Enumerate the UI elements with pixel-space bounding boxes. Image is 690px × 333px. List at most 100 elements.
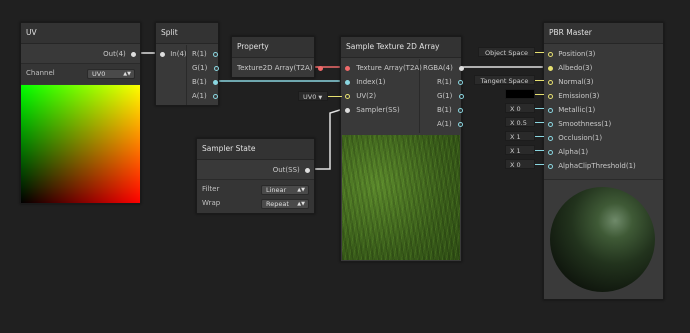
alphaclip-field[interactable]: X 0 — [505, 159, 535, 169]
dropdown-arrow-icon: ▲▼ — [297, 201, 305, 207]
sample-out-r-label: R(1) — [437, 78, 452, 86]
sample-out-r[interactable]: R(1) — [437, 75, 464, 89]
port-dot-icon[interactable] — [345, 65, 350, 71]
sphere-preview — [550, 187, 655, 292]
pbr-in-smoothness-label: Smoothness(1) — [558, 120, 612, 128]
pbr-in-alpha-label: Alpha(1) — [558, 148, 589, 156]
pbr-in-normal[interactable]: Normal(3) — [548, 75, 593, 89]
pbr-in-emission-label: Emission(3) — [558, 92, 600, 100]
sample-out-g[interactable]: G(1) — [437, 89, 464, 103]
wrap-dropdown[interactable]: Repeat ▲▼ — [261, 199, 309, 209]
port-dot-icon[interactable] — [548, 149, 553, 155]
port-dot-icon[interactable] — [548, 107, 553, 113]
split-out-b[interactable]: B(1) — [192, 75, 218, 89]
port-dot-icon[interactable] — [458, 79, 464, 85]
alpha-field[interactable]: X 1 — [505, 145, 535, 155]
smoothness-value: 0.5 — [516, 119, 527, 127]
channel-dropdown[interactable]: UV0 ▲▼ — [87, 69, 135, 79]
port-dot-icon[interactable] — [213, 51, 219, 57]
wire-sampler-to-sample — [313, 108, 344, 170]
property-out-label: Texture2D Array(T2A) — [237, 64, 313, 72]
split-out-r[interactable]: R(1) — [192, 47, 219, 61]
uv-settings: Channel UV0 ▲▼ — [21, 63, 140, 84]
sample-in-index[interactable]: Index(1) — [345, 75, 385, 89]
uv-field-connector — [328, 96, 342, 97]
occlusion-field[interactable]: X 1 — [505, 131, 535, 141]
port-dot-icon[interactable] — [459, 65, 465, 71]
split-node[interactable]: Split In(4) R(1) G(1) B(1) A(1) — [155, 22, 219, 106]
sampler-state-node[interactable]: Sampler State Out(SS) Filter Linear ▲▼ W… — [196, 138, 315, 214]
split-out-a-label: A(1) — [192, 92, 207, 100]
port-dot-icon[interactable] — [457, 107, 463, 113]
pbr-in-albedo[interactable]: Albedo(3) — [548, 61, 592, 75]
port-dot-icon[interactable] — [458, 93, 464, 99]
sample-node-title: Sample Texture 2D Array — [341, 37, 461, 58]
filter-dropdown[interactable]: Linear ▲▼ — [261, 185, 309, 195]
split-in-label: In(4) — [170, 50, 187, 58]
filter-value: Linear — [266, 186, 287, 194]
port-dot-icon[interactable] — [548, 65, 553, 71]
pbr-in-alphaclip[interactable]: AlphaClipThreshold(1) — [548, 159, 636, 173]
pbr-in-metallic[interactable]: Metallic(1) — [548, 103, 595, 117]
uv-out-port[interactable]: Out(4) — [103, 47, 136, 61]
sample-in-texture[interactable]: Texture Array(T2A) — [345, 61, 422, 75]
dropdown-arrow-icon: ▼ — [318, 95, 323, 101]
port-dot-icon[interactable] — [548, 79, 553, 85]
port-dot-icon[interactable] — [131, 51, 136, 57]
port-dot-icon[interactable] — [345, 107, 350, 113]
smoothness-field[interactable]: X 0.5 — [505, 117, 535, 127]
port-dot-icon[interactable] — [548, 51, 553, 57]
split-in-port[interactable]: In(4) — [160, 47, 187, 61]
port-dot-icon[interactable] — [345, 79, 350, 85]
pbr-in-alpha[interactable]: Alpha(1) — [548, 145, 588, 159]
dropdown-arrow-icon: ▲▼ — [123, 71, 131, 77]
sampler-out-port[interactable]: Out(SS) — [273, 163, 310, 177]
port-dot-icon[interactable] — [548, 121, 553, 127]
wrap-label: Wrap — [202, 199, 221, 207]
port-dot-icon[interactable] — [160, 51, 165, 57]
uv-node[interactable]: UV Out(4) Channel UV0 ▲▼ — [20, 22, 141, 204]
port-dot-icon[interactable] — [457, 121, 463, 127]
sample-uv-value: UV0 — [303, 93, 317, 101]
port-dot-icon[interactable] — [317, 65, 323, 71]
pbr-in-position[interactable]: Position(3) — [548, 47, 595, 61]
pbr-master-node[interactable]: PBR Master Position(3) Albedo(3) Normal(… — [543, 22, 664, 300]
emission-color-field[interactable] — [505, 89, 535, 99]
pbr-in-occlusion[interactable]: Occlusion(1) — [548, 131, 602, 145]
port-dot-icon[interactable] — [548, 93, 553, 99]
pbr-in-emission[interactable]: Emission(3) — [548, 89, 599, 103]
port-dot-icon[interactable] — [305, 167, 310, 173]
metallic-value: 0 — [516, 105, 521, 113]
position-space-field[interactable]: Object Space — [478, 47, 535, 57]
port-dot-icon[interactable] — [213, 65, 219, 71]
sample-out-a[interactable]: A(1) — [437, 117, 463, 131]
property-node[interactable]: Property Texture2D Array(T2A) — [231, 36, 323, 78]
sample-out-g-label: G(1) — [437, 92, 453, 100]
channel-label: Channel — [26, 69, 55, 77]
property-out-port[interactable]: Texture2D Array(T2A) — [237, 61, 323, 75]
sample-in-sampler[interactable]: Sampler(SS) — [345, 103, 400, 117]
split-out-a[interactable]: A(1) — [192, 89, 218, 103]
port-dot-icon[interactable] — [548, 163, 553, 169]
port-dot-icon[interactable] — [548, 135, 553, 141]
pbr-in-smoothness[interactable]: Smoothness(1) — [548, 117, 611, 131]
sample-in-sampler-label: Sampler(SS) — [356, 106, 400, 114]
sample-texture-node[interactable]: Sample Texture 2D Array Texture Array(T2… — [340, 36, 465, 262]
metallic-field[interactable]: X 0 — [505, 103, 535, 113]
sample-in-uv-label: UV(2) — [356, 92, 377, 100]
position-space-value: Object Space — [484, 49, 529, 57]
pbr-in-albedo-label: Albedo(3) — [558, 64, 593, 72]
normal-space-field[interactable]: Tangent Space — [474, 75, 535, 85]
split-out-b-label: B(1) — [192, 78, 207, 86]
sample-in-uv[interactable]: UV(2) — [345, 89, 376, 103]
sample-uv-field[interactable]: UV0 ▼ — [298, 91, 328, 101]
sample-out-rgba[interactable]: RGBA(4) — [423, 61, 465, 75]
port-dot-icon[interactable] — [212, 93, 218, 99]
property-node-title: Property — [232, 37, 314, 58]
pbr-in-position-label: Position(3) — [558, 50, 596, 58]
channel-value: UV0 — [92, 70, 106, 78]
sample-out-b[interactable]: B(1) — [437, 103, 463, 117]
split-out-g[interactable]: G(1) — [192, 61, 219, 75]
port-dot-icon[interactable] — [345, 93, 350, 99]
port-dot-icon[interactable] — [212, 79, 218, 85]
